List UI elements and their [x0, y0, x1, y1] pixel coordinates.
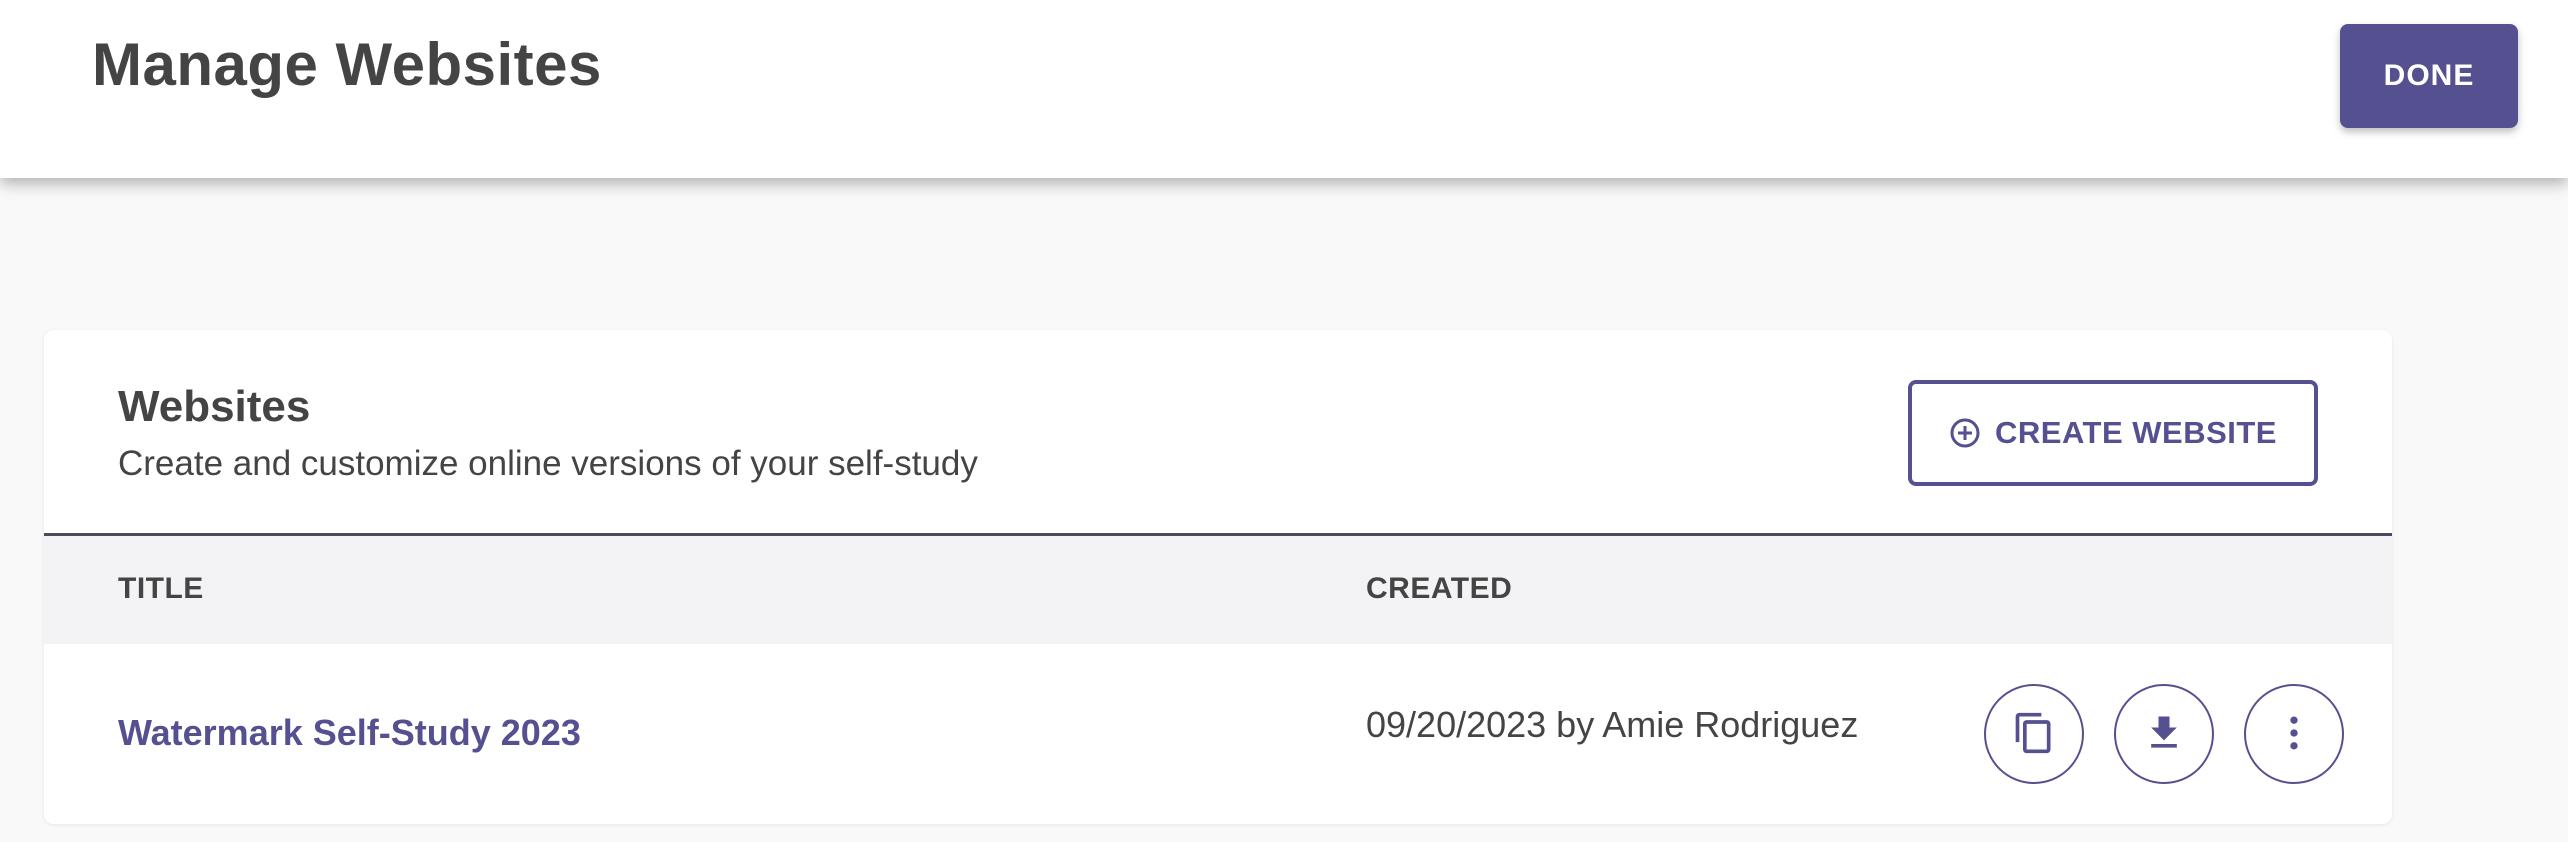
create-website-label: CREATE WEBSITE	[1995, 415, 2277, 450]
copy-icon	[2012, 711, 2056, 758]
page-title: Manage Websites	[92, 31, 602, 98]
table-header: TITLE CREATED	[44, 536, 2392, 644]
more-vertical-icon	[2272, 711, 2316, 758]
created-cell: 09/20/2023 by Amie Rodriguez	[1366, 704, 1859, 745]
website-title-link[interactable]: Watermark Self-Study 2023	[118, 712, 581, 754]
top-bar: Manage Websites DONE	[0, 0, 2568, 178]
card-subtitle: Create and customize online versions of …	[118, 444, 978, 483]
card-header: Websites Create and customize online ver…	[44, 330, 2392, 536]
card-title: Websites	[118, 382, 311, 431]
create-website-button[interactable]: CREATE WEBSITE	[1908, 380, 2318, 486]
download-icon	[2142, 711, 2186, 758]
more-options-button[interactable]	[2244, 684, 2344, 784]
websites-card: Websites Create and customize online ver…	[44, 330, 2392, 824]
done-button[interactable]: DONE	[2340, 24, 2518, 128]
plus-circle-icon	[1949, 417, 1981, 449]
column-header-created: CREATED	[1366, 572, 1513, 605]
column-header-title: TITLE	[118, 572, 204, 605]
copy-button[interactable]	[1984, 684, 2084, 784]
table-row: Watermark Self-Study 2023 09/20/2023 by …	[44, 644, 2392, 824]
download-button[interactable]	[2114, 684, 2214, 784]
